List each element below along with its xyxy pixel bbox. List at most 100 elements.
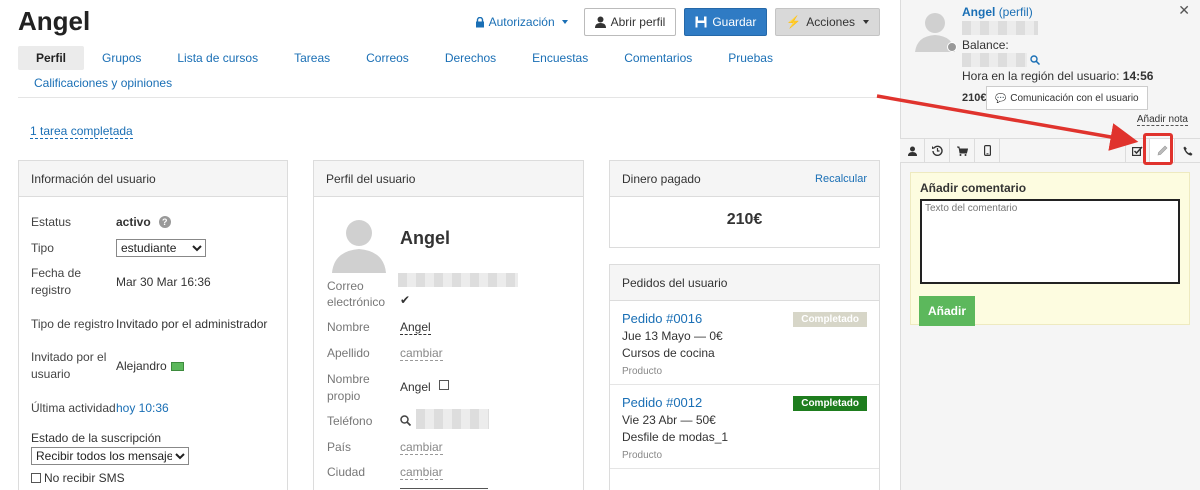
top-actions: Autorización Abrir perfil Guardar ⚡ Acci… xyxy=(475,8,880,36)
order-type: Producto xyxy=(622,450,663,461)
subscription-label: Estado de la suscripción xyxy=(31,431,162,445)
region-time: Hora en la región del usuario: 14:56 xyxy=(962,69,1153,83)
reg-date-value: Mar 30 Mar 16:36 xyxy=(116,274,211,289)
tab-lista-de-cursos[interactable]: Lista de cursos xyxy=(159,46,276,70)
tab-derechos[interactable]: Derechos xyxy=(427,46,514,70)
comment-title: Añadir comentario xyxy=(920,181,1027,195)
tab-mobile[interactable] xyxy=(975,139,1000,162)
orders-list: Pedido #0016 Jue 13 Mayo — 0€ Cursos de co… xyxy=(610,301,879,469)
last-activity-link[interactable]: hoy 10:36 xyxy=(116,400,169,417)
status-badge: Completado xyxy=(793,312,867,327)
history-icon xyxy=(931,145,943,156)
panel-title-text: Dinero pagado xyxy=(622,172,701,186)
completed-tasks-link[interactable]: 1 tarea completada xyxy=(30,124,133,139)
country-label: País xyxy=(327,440,352,454)
reg-date-label: Fecha de registro xyxy=(31,266,82,297)
sidebar-profile-link[interactable]: (perfil) xyxy=(999,5,1033,19)
first-name-value[interactable]: Angel xyxy=(400,320,431,335)
add-note-link[interactable]: Añadir nota xyxy=(1136,114,1188,126)
phone-label: Teléfono xyxy=(327,414,373,428)
actions-label: Acciones xyxy=(806,15,855,29)
type-select[interactable]: estudiante xyxy=(116,239,206,257)
tab-spacer xyxy=(1000,139,1125,162)
close-icon[interactable]: ✕ xyxy=(1178,2,1190,19)
tab-row: Calificaciones y opiniones xyxy=(18,73,880,93)
tab-comentarios[interactable]: Comentarios xyxy=(606,46,710,70)
communication-button[interactable]: 💬 Comunicación con el usuario xyxy=(986,86,1148,110)
tab-correos[interactable]: Correos xyxy=(348,46,427,70)
email-label: Correo electrónico xyxy=(327,279,386,309)
country-change-link[interactable]: cambiar xyxy=(400,440,443,455)
own-name-value: Angel xyxy=(400,380,431,394)
invited-label: Invitado por el usuario xyxy=(31,350,107,381)
recalculate-link[interactable]: Recalcular xyxy=(815,161,867,196)
save-label: Guardar xyxy=(712,15,757,29)
order-course: Desfile de modas_1 xyxy=(622,430,729,444)
panel-title: Información del usuario xyxy=(19,161,287,197)
open-profile-button[interactable]: Abrir perfil xyxy=(583,8,677,36)
money-icon xyxy=(170,362,184,371)
sidebar-balance-amount: 210€ xyxy=(962,92,987,104)
help-icon[interactable]: ? xyxy=(158,216,171,228)
sidebar-user-name[interactable]: Angel xyxy=(962,5,995,19)
sidebar-name: Angel (perfil) xyxy=(962,5,1033,19)
order-link[interactable]: Pedido #0012 xyxy=(622,395,702,410)
tab-pruebas[interactable]: Pruebas xyxy=(710,46,791,70)
balance-value xyxy=(962,53,1027,67)
info-row-last-activity: Última actividad hoy 10:36 xyxy=(19,387,287,429)
invited-value[interactable]: Alejandro xyxy=(116,358,167,375)
info-row-reg-type: Tipo de registro Invitado por el adminis… xyxy=(19,303,287,345)
profile-tabs: Perfil Grupos Lista de cursos Tareas Correos… xyxy=(18,46,880,93)
reg-type-label: Tipo de registro xyxy=(31,316,114,331)
search-icon[interactable] xyxy=(400,415,411,426)
communication-label: Comunicación con el usuario xyxy=(1010,92,1139,104)
no-sms-checkbox[interactable] xyxy=(31,473,41,483)
last-name-label: Apellido xyxy=(327,346,370,360)
info-row-invited: Invitado por el usuario Alejandro xyxy=(19,345,287,387)
authorization-menu[interactable]: Autorización xyxy=(475,15,568,29)
tab-phone[interactable] xyxy=(1175,139,1200,162)
comment-textarea[interactable] xyxy=(920,199,1180,284)
tab-user[interactable] xyxy=(900,139,925,162)
status-value: activo xyxy=(116,214,151,229)
actions-button[interactable]: ⚡ Acciones xyxy=(775,8,880,36)
info-row-status: Estatus activo ? xyxy=(19,209,287,235)
order-link[interactable]: Pedido #0016 xyxy=(622,311,702,326)
own-name-checkbox[interactable] xyxy=(439,380,449,390)
page-title: Angel xyxy=(18,6,91,36)
tab-encuestas[interactable]: Encuestas xyxy=(514,46,606,70)
divider xyxy=(400,488,488,489)
panel-title-text: Pedidos del usuario xyxy=(622,276,728,290)
balance-label: Balance: xyxy=(962,38,1009,52)
tab-grupos[interactable]: Grupos xyxy=(84,46,159,70)
save-icon xyxy=(695,16,707,28)
highlight-box xyxy=(1143,133,1173,165)
tab-perfil[interactable]: Perfil xyxy=(18,46,85,70)
user-profile-panel: Perfil del usuario Angel Correo electrón… xyxy=(313,160,584,490)
add-comment-button[interactable]: Añadir xyxy=(919,296,975,326)
info-row-type: Tipo estudiante xyxy=(19,235,287,261)
profile-name: Angel xyxy=(400,228,451,248)
tab-calificaciones[interactable]: Calificaciones y opiniones xyxy=(18,73,190,93)
order-date: Jue 13 Mayo — 0€ xyxy=(622,329,723,343)
panel-title: Dinero pagado Recalcular xyxy=(610,161,879,197)
search-icon[interactable] xyxy=(1030,55,1040,65)
last-name-change-link[interactable]: cambiar xyxy=(400,346,443,361)
tab-row: Perfil Grupos Lista de cursos Tareas Correos… xyxy=(18,46,880,70)
time-value: 14:56 xyxy=(1122,69,1154,83)
chevron-down-icon xyxy=(863,20,869,24)
add-comment-box: Añadir comentario Añadir xyxy=(910,172,1190,326)
tab-tareas[interactable]: Tareas xyxy=(276,46,348,70)
tab-history[interactable] xyxy=(925,139,950,162)
first-name-label: Nombre xyxy=(327,320,370,334)
city-change-link[interactable]: cambiar xyxy=(400,465,443,480)
lock-icon xyxy=(475,16,484,27)
subscription-select[interactable]: Recibir todos los mensajes xyxy=(31,447,189,465)
save-button[interactable]: Guardar xyxy=(684,8,768,36)
phone-value xyxy=(416,409,489,429)
user-info-panel: Información del usuario Estatus activo ?… xyxy=(18,160,288,490)
tab-cart[interactable] xyxy=(950,139,975,162)
panel-title-text: Información del usuario xyxy=(31,172,156,186)
last-activity-label: Última actividad xyxy=(31,400,116,415)
city-label: Ciudad xyxy=(327,465,366,479)
